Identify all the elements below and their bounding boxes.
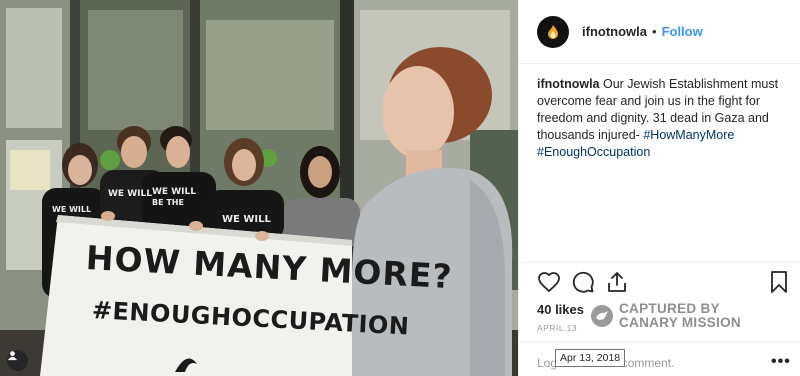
svg-text:WE WILL: WE WILL [152,187,196,197]
svg-text:WE WILL: WE WILL [108,189,152,199]
comment-bar: Log in to like or comment. ••• Apr 13, 2… [519,342,800,376]
share-icon[interactable] [605,270,629,294]
watermark-text: CAPTURED BY CANARY MISSION [619,302,741,330]
date-tooltip: Apr 13, 2018 [555,349,626,367]
svg-text:BE THE: BE THE [152,198,184,207]
svg-text:WE WILL: WE WILL [222,214,271,225]
post-header: ifnotnowla • Follow [519,0,800,64]
caption-username[interactable]: ifnotnowla [537,77,600,91]
hashtag-link[interactable]: #EnoughOccupation [537,145,650,159]
canary-icon [591,305,613,327]
likes-count[interactable]: 40 likes [537,302,584,317]
header-separator: • [652,24,657,39]
more-options-button[interactable]: ••• [771,353,791,371]
post-caption: ifnotnowla Our Jewish Establishment must… [537,76,787,161]
user-tag-icon[interactable] [7,350,28,371]
comment-icon[interactable] [571,270,595,294]
bookmark-icon[interactable] [767,270,791,294]
svg-text:WE WILL: WE WILL [52,205,91,214]
follow-button[interactable]: Follow [662,24,703,39]
heart-icon[interactable] [537,270,561,294]
watermark: CAPTURED BY CANARY MISSION [591,302,741,330]
watermark-line1: CAPTURED BY [619,301,720,316]
avatar[interactable] [537,15,569,48]
instagram-post: WE WILL WE WILL BE THE WE WILL WE WILL H… [0,0,800,376]
post-sidebar: ifnotnowla • Follow ifnotnowla Our Jewis… [518,0,800,376]
header-username[interactable]: ifnotnowla [582,24,647,39]
watermark-line2: CANARY MISSION [619,315,741,330]
action-bar-divider [519,262,800,263]
hashtag-link[interactable]: #HowManyMore [643,128,734,142]
post-photo[interactable]: WE WILL WE WILL BE THE WE WILL WE WILL H… [0,0,518,376]
post-date[interactable]: APRIL 13 [537,323,577,333]
